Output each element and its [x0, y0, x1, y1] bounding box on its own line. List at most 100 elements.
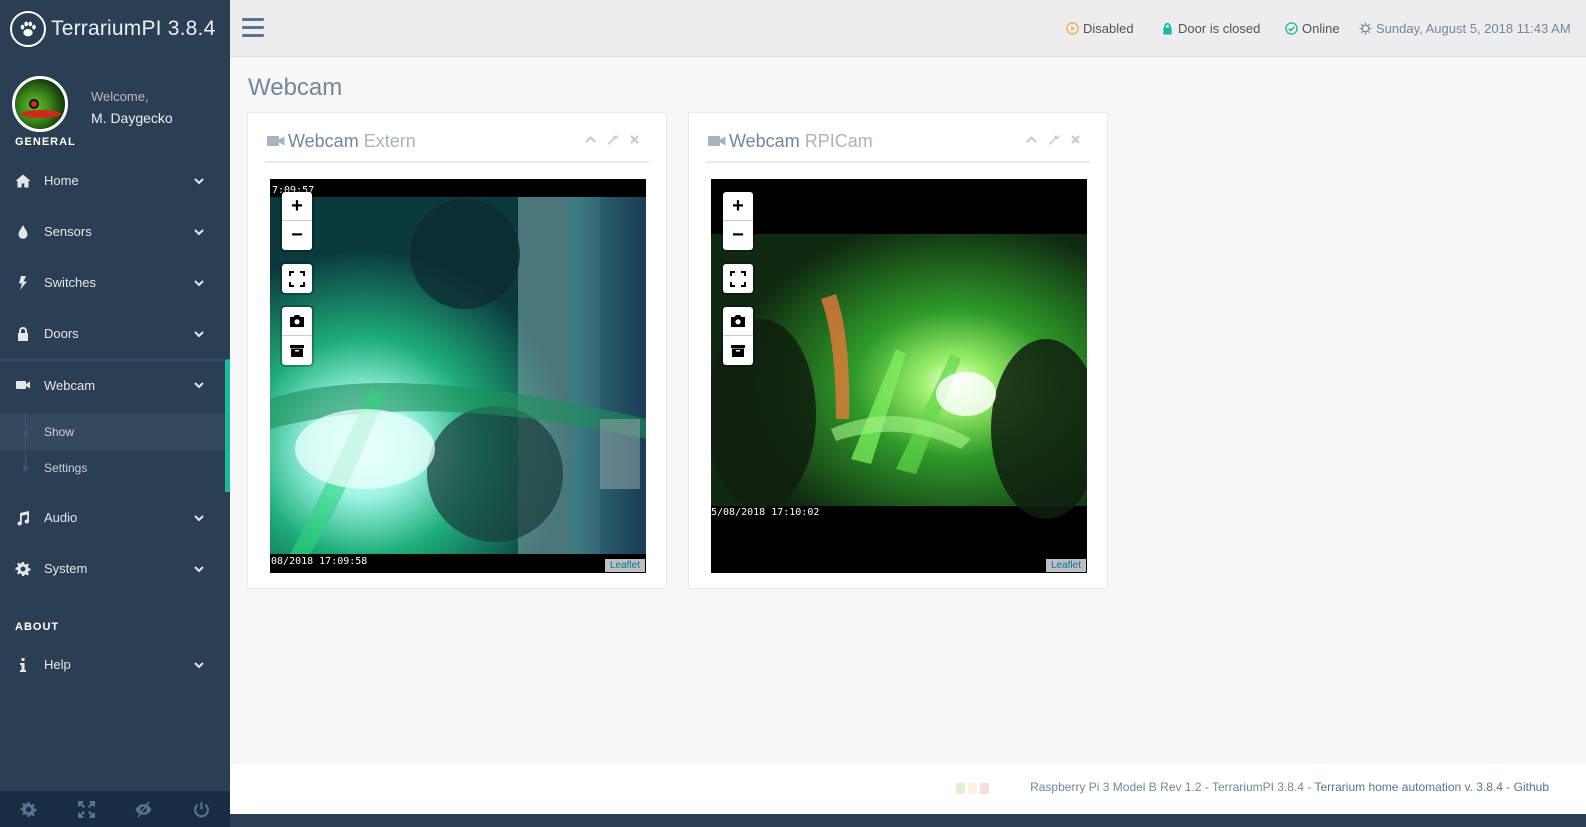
- status-door-label: Door is closed: [1178, 21, 1261, 36]
- sidebar-item-audio[interactable]: Audio: [0, 492, 230, 543]
- fullscreen-button[interactable]: [58, 791, 116, 827]
- submenu-item-show[interactable]: Show: [0, 414, 225, 450]
- zoom-in-button[interactable]: +: [282, 192, 312, 221]
- page-title: Webcam: [248, 74, 343, 101]
- close-icon[interactable]: [1069, 133, 1082, 146]
- gear-icon: [14, 560, 32, 578]
- leaflet-attribution[interactable]: Leaflet: [1045, 559, 1086, 572]
- archive-button[interactable]: [723, 336, 753, 365]
- capture-control: [723, 307, 753, 365]
- chevron-up-icon[interactable]: [1025, 133, 1038, 146]
- gear-icon: [20, 801, 37, 817]
- zoom-out-button[interactable]: −: [282, 221, 312, 250]
- webcam-viewer[interactable]: 7:09:57 08/2018 17:09:58 + − Leaflet: [270, 179, 646, 573]
- archive-icon: [731, 344, 745, 357]
- section-general: GENERAL: [15, 136, 76, 148]
- avatar: [12, 76, 68, 132]
- video-camera-icon: [267, 136, 285, 146]
- sidebar-item-label: Audio: [44, 510, 78, 525]
- user-name: M. Daygecko: [91, 110, 173, 126]
- panel-title: Webcam Extern: [288, 131, 416, 152]
- chevron-up-icon[interactable]: [584, 133, 597, 146]
- sidebar-item-label: Switches: [44, 275, 97, 290]
- sidebar-item-label: Home: [44, 173, 79, 188]
- submenu-label: Settings: [44, 461, 88, 475]
- webcam-panel: Webcam Extern 7:09:57 08/2018 17:09:58 +…: [247, 112, 667, 589]
- datetime-label: Sunday, August 5, 2018 11:43 AM: [1376, 21, 1571, 36]
- bolt-icon: [14, 274, 32, 292]
- indicator-yellow: [968, 783, 977, 794]
- leaflet-attribution[interactable]: Leaflet: [604, 559, 645, 572]
- wrench-icon[interactable]: [606, 133, 619, 146]
- home-icon: [14, 172, 32, 190]
- bullet-icon: [23, 465, 28, 471]
- webcam-viewer[interactable]: 5/08/2018 17:10:02 + − Leaflet: [711, 179, 1087, 573]
- fullscreen-button[interactable]: [723, 264, 753, 293]
- archive-button[interactable]: [282, 336, 312, 365]
- timestamp-bottom: 08/2018 17:09:58: [271, 556, 368, 567]
- sidebar-item-label: Webcam: [44, 377, 96, 393]
- main-menu: Home Sensors Switches Doors Webcam Show: [0, 155, 230, 594]
- snapshot-button[interactable]: [282, 307, 312, 336]
- sidebar-item-switches[interactable]: Switches: [0, 257, 230, 308]
- status-disabled[interactable]: Disabled: [1066, 21, 1134, 36]
- bullet-icon: [23, 429, 28, 435]
- zoom-out-button[interactable]: −: [723, 221, 753, 250]
- brand[interactable]: TerrariumPI 3.8.4: [0, 0, 230, 57]
- video-camera-icon: [14, 376, 32, 394]
- fullscreen-control: [723, 264, 753, 293]
- lock-icon: [1163, 22, 1172, 35]
- panel-title-main: Webcam: [288, 131, 359, 151]
- snapshot-button[interactable]: [723, 307, 753, 336]
- webcam-panel: Webcam RPICam 5/08/2018 17:10:02 + − Lea…: [688, 112, 1108, 589]
- indicator-green: [956, 783, 965, 794]
- sidebar-footer: [0, 791, 230, 827]
- sidebar-item-label: Doors: [44, 326, 79, 341]
- zoom-control: + −: [723, 192, 753, 250]
- play-circle-icon: [1066, 22, 1079, 35]
- capture-control: [282, 307, 312, 365]
- status-indicators: [956, 783, 989, 794]
- bottom-strip: [230, 814, 1586, 827]
- submenu-label: Show: [44, 425, 75, 439]
- menu-toggle-button[interactable]: [242, 18, 264, 38]
- panel-header: Webcam Extern: [265, 121, 649, 163]
- hide-button[interactable]: [115, 791, 173, 827]
- status-door[interactable]: Door is closed: [1161, 21, 1260, 36]
- check-circle-icon: [1285, 22, 1298, 35]
- fullscreen-button[interactable]: [282, 264, 312, 293]
- footer: Raspberry Pi 3 Model B Rev 1.2 - Terrari…: [230, 764, 1586, 814]
- sidebar-item-system[interactable]: System: [0, 543, 230, 594]
- fullscreen-control: [282, 264, 312, 293]
- timestamp-bottom: 5/08/2018 17:10:02: [711, 507, 820, 518]
- sidebar-item-doors[interactable]: Doors: [0, 308, 230, 359]
- chevron-down-icon: [194, 661, 204, 668]
- sidebar-item-help[interactable]: Help: [0, 639, 230, 690]
- footer-github-link[interactable]: Terrarium home automation v. 3.8.4 - Git…: [1314, 780, 1549, 794]
- power-icon: [193, 801, 209, 817]
- close-icon[interactable]: [628, 133, 641, 146]
- lock-icon: [14, 325, 32, 343]
- sidebar-item-webcam[interactable]: Webcam: [0, 359, 230, 410]
- submenu-item-settings[interactable]: Settings: [0, 450, 225, 486]
- eye-slash-icon: [135, 801, 152, 817]
- zoom-in-button[interactable]: +: [723, 192, 753, 221]
- panel-title: Webcam RPICam: [729, 131, 873, 152]
- app-title: TerrariumPI 3.8.4: [51, 16, 216, 40]
- video-camera-icon: [708, 136, 726, 146]
- footer-text: Raspberry Pi 3 Model B Rev 1.2 - Terrari…: [1030, 780, 1549, 794]
- sidebar-item-sensors[interactable]: Sensors: [0, 206, 230, 257]
- settings-button[interactable]: [0, 791, 58, 827]
- power-button[interactable]: [173, 791, 231, 827]
- status-disabled-label: Disabled: [1083, 21, 1134, 36]
- paw-icon: [10, 10, 46, 47]
- sidebar-item-home[interactable]: Home: [0, 155, 230, 206]
- sidebar-item-label: Sensors: [44, 224, 92, 239]
- status-online[interactable]: Online: [1285, 21, 1340, 36]
- about-menu: Help: [0, 639, 230, 690]
- webcam-submenu: Show Settings: [0, 410, 230, 492]
- fullscreen-icon: [730, 270, 746, 287]
- zoom-control: + −: [282, 192, 312, 250]
- wrench-icon[interactable]: [1047, 133, 1060, 146]
- fullscreen-icon: [289, 270, 305, 287]
